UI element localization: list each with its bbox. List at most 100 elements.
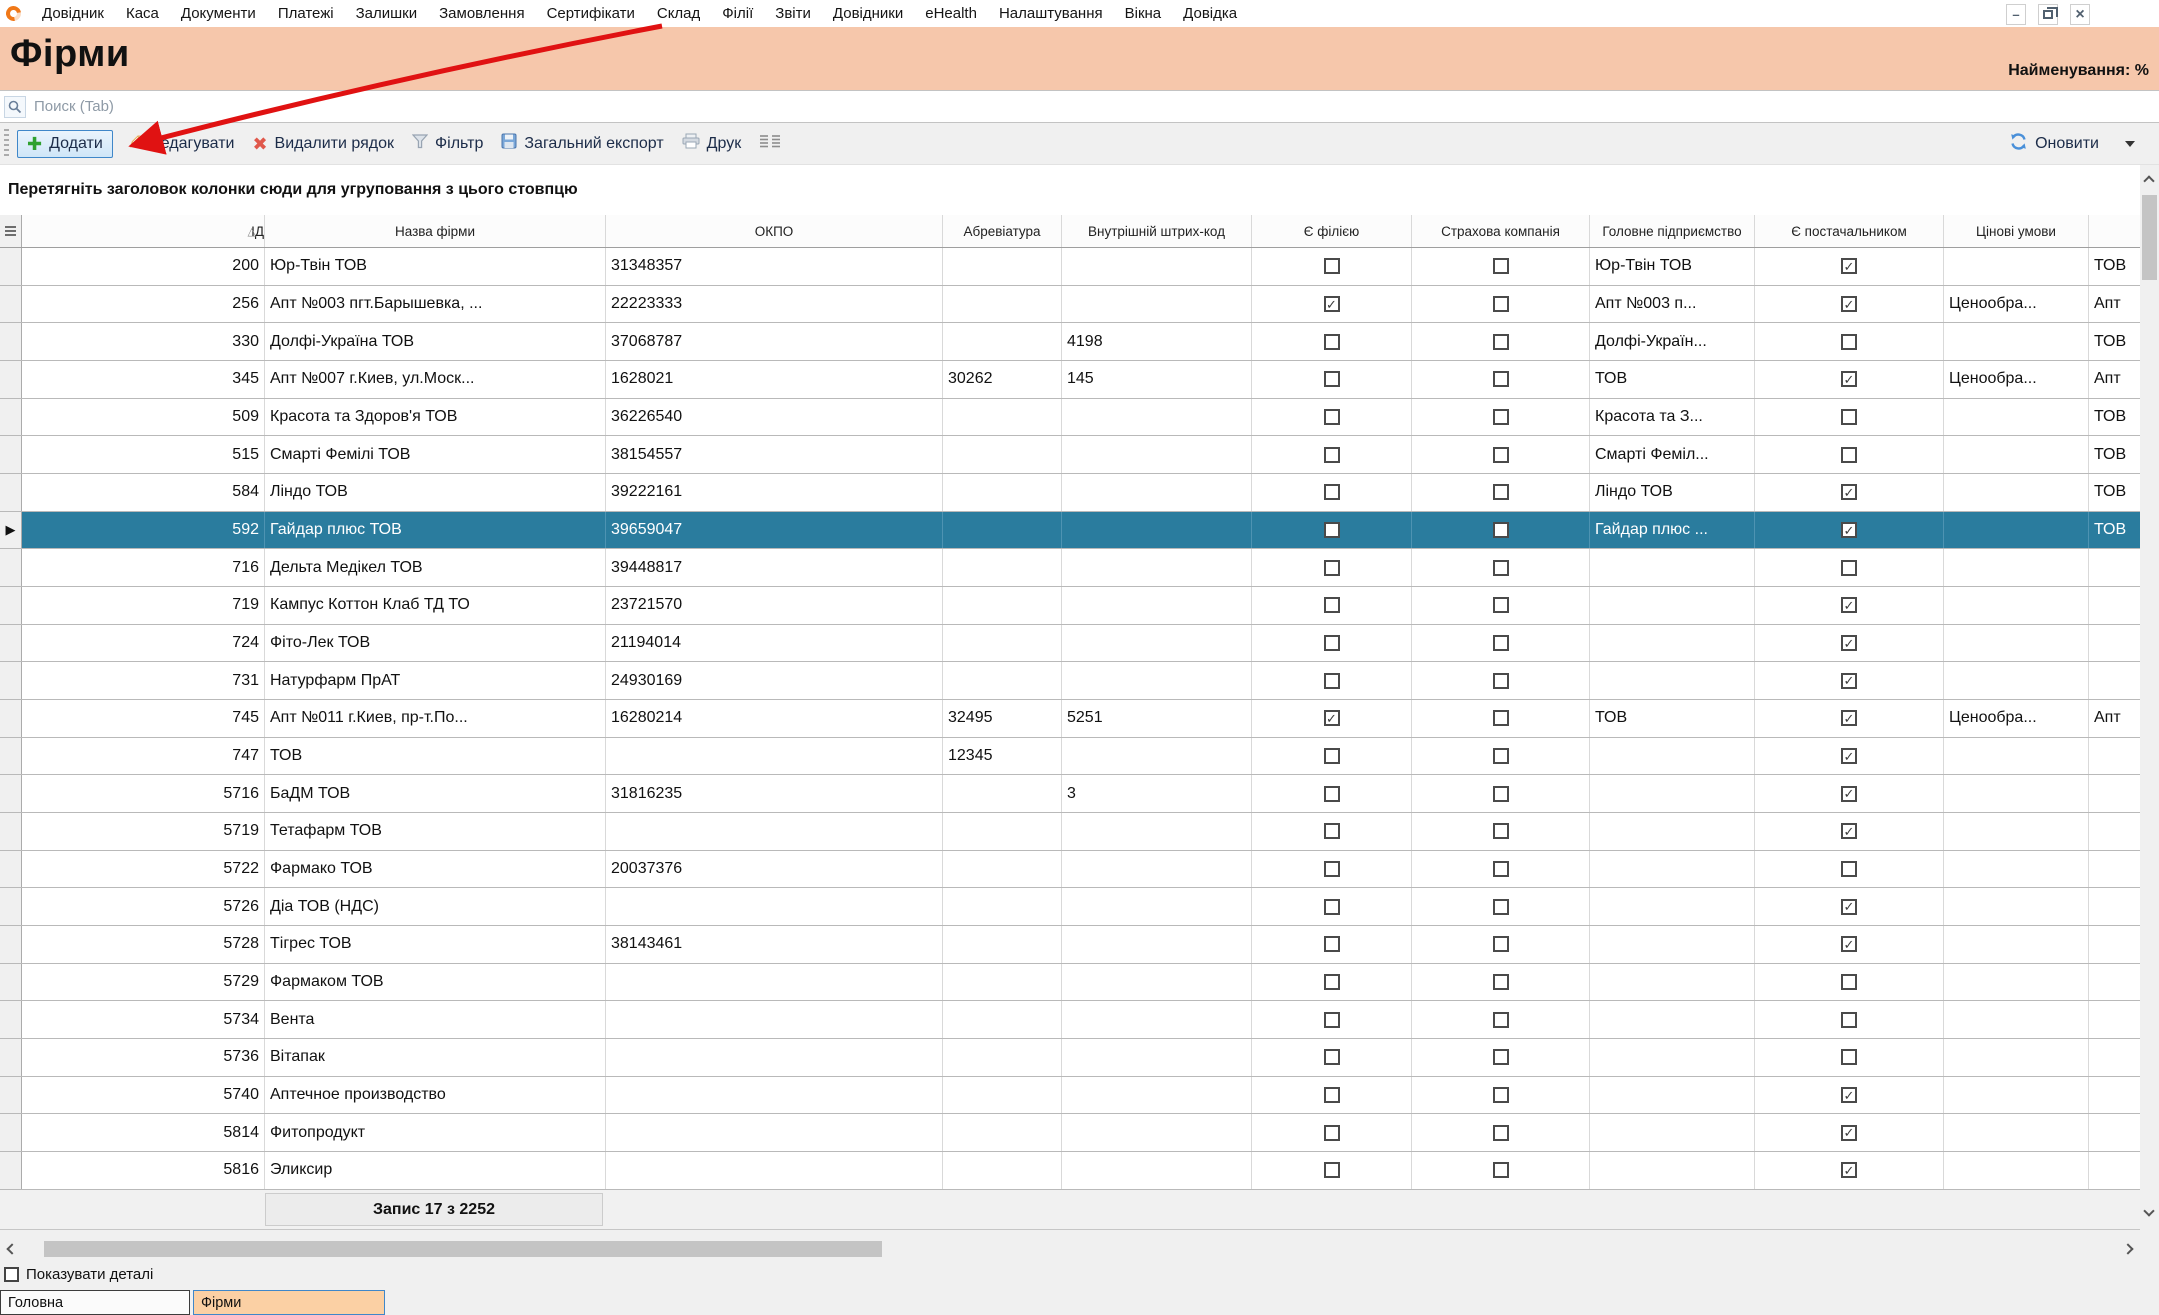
checkbox-checked-icon[interactable] xyxy=(1841,371,1857,387)
checkbox-unchecked-icon[interactable] xyxy=(1841,334,1857,350)
checkbox-unchecked-icon[interactable] xyxy=(1841,1049,1857,1065)
menu-item-8[interactable]: Склад xyxy=(646,5,711,22)
checkbox-checked-icon[interactable] xyxy=(1841,597,1857,613)
checkbox-checked-icon[interactable] xyxy=(1841,258,1857,274)
checkbox-checked-icon[interactable] xyxy=(1841,484,1857,500)
checkbox-unchecked-icon[interactable] xyxy=(1324,823,1340,839)
checkbox-unchecked-icon[interactable] xyxy=(1493,1125,1509,1141)
checkbox-unchecked-icon[interactable] xyxy=(1493,1087,1509,1103)
checkbox-unchecked-icon[interactable] xyxy=(1841,560,1857,576)
checkbox-unchecked-icon[interactable] xyxy=(1324,635,1340,651)
menu-item-14[interactable]: Вікна xyxy=(1114,5,1173,22)
table-row[interactable]: 5716 БаДМ ТОВ 31816235 3 xyxy=(0,775,2140,813)
search-bar[interactable]: Поиск (Tab) xyxy=(0,90,2159,123)
checkbox-unchecked-icon[interactable] xyxy=(1324,409,1340,425)
checkbox-unchecked-icon[interactable] xyxy=(1324,484,1340,500)
checkbox-unchecked-icon[interactable] xyxy=(1324,447,1340,463)
print-button[interactable]: Друк xyxy=(673,129,751,158)
table-row[interactable]: 200 Юр-Твін ТОВ 31348357 Юр-Твін ТОВ ТОВ xyxy=(0,248,2140,286)
table-row[interactable]: 5734 Вента xyxy=(0,1001,2140,1039)
checkbox-checked-icon[interactable] xyxy=(1841,899,1857,915)
checkbox-checked-icon[interactable] xyxy=(1841,786,1857,802)
tab-firms[interactable]: Фірми xyxy=(193,1290,385,1315)
checkbox-unchecked-icon[interactable] xyxy=(1493,1162,1509,1178)
checkbox-unchecked-icon[interactable] xyxy=(1493,258,1509,274)
checkbox-unchecked-icon[interactable] xyxy=(1493,296,1509,312)
checkbox-unchecked-icon[interactable] xyxy=(1324,371,1340,387)
horizontal-scrollbar[interactable] xyxy=(0,1238,2140,1260)
checkbox-unchecked-icon[interactable] xyxy=(1324,522,1340,538)
column-header-parent[interactable]: Головне підприємство xyxy=(1590,215,1755,247)
menu-item-4[interactable]: Платежі xyxy=(267,5,345,22)
checkbox-unchecked-icon[interactable] xyxy=(1841,1012,1857,1028)
checkbox-checked-icon[interactable] xyxy=(1324,296,1340,312)
refresh-button[interactable]: Оновити xyxy=(2000,128,2108,160)
scroll-left-icon[interactable] xyxy=(6,1243,17,1254)
checkbox-unchecked-icon[interactable] xyxy=(1493,936,1509,952)
delete-row-button[interactable]: ✖ Видалити рядок xyxy=(243,131,403,157)
column-header-supplier[interactable]: Є постачальником xyxy=(1755,215,1944,247)
menu-item-6[interactable]: Замовлення xyxy=(428,5,535,22)
menu-item-11[interactable]: Довідники xyxy=(822,5,914,22)
header-corner-cell[interactable] xyxy=(0,215,22,247)
menu-item-1[interactable]: Довідник xyxy=(31,5,115,22)
show-details-checkbox[interactable] xyxy=(4,1267,19,1282)
column-header-name[interactable]: Назва фірми xyxy=(265,215,606,247)
checkbox-checked-icon[interactable] xyxy=(1841,1125,1857,1141)
checkbox-unchecked-icon[interactable] xyxy=(1493,447,1509,463)
scroll-right-icon[interactable] xyxy=(2122,1243,2133,1254)
checkbox-unchecked-icon[interactable] xyxy=(1324,899,1340,915)
checkbox-unchecked-icon[interactable] xyxy=(1324,597,1340,613)
restore-button[interactable] xyxy=(2038,4,2058,25)
checkbox-checked-icon[interactable] xyxy=(1841,296,1857,312)
search-input[interactable]: Поиск (Tab) xyxy=(34,98,114,115)
table-row[interactable]: ▶ 592 Гайдар плюс ТОВ 39659047 Гайдар пл… xyxy=(0,512,2140,550)
table-row[interactable]: 345 Апт №007 г.Киев, ул.Моск... 1628021 … xyxy=(0,361,2140,399)
checkbox-unchecked-icon[interactable] xyxy=(1324,748,1340,764)
tab-main[interactable]: Головна xyxy=(0,1290,190,1315)
checkbox-checked-icon[interactable] xyxy=(1841,1162,1857,1178)
table-row[interactable]: 256 Апт №003 пгт.Барышевка, ... 22223333… xyxy=(0,286,2140,324)
checkbox-unchecked-icon[interactable] xyxy=(1324,334,1340,350)
column-chooser-button[interactable] xyxy=(750,130,790,158)
checkbox-unchecked-icon[interactable] xyxy=(1493,823,1509,839)
checkbox-unchecked-icon[interactable] xyxy=(1493,409,1509,425)
checkbox-unchecked-icon[interactable] xyxy=(1493,522,1509,538)
checkbox-checked-icon[interactable] xyxy=(1841,673,1857,689)
checkbox-unchecked-icon[interactable] xyxy=(1324,1049,1340,1065)
table-row[interactable]: 515 Смарті Фемілі ТОВ 38154557 Смарті Фе… xyxy=(0,436,2140,474)
refresh-dropdown-icon[interactable] xyxy=(2125,141,2135,147)
table-row[interactable]: 5736 Вітапак xyxy=(0,1039,2140,1077)
checkbox-unchecked-icon[interactable] xyxy=(1493,1012,1509,1028)
checkbox-unchecked-icon[interactable] xyxy=(1324,1162,1340,1178)
table-row[interactable]: 5722 Фармако ТОВ 20037376 xyxy=(0,851,2140,889)
checkbox-unchecked-icon[interactable] xyxy=(1493,484,1509,500)
table-row[interactable]: 731 Натурфарм ПрАТ 24930169 xyxy=(0,662,2140,700)
table-row[interactable]: 716 Дельта Медікел ТОВ 39448817 xyxy=(0,549,2140,587)
column-header-abbr[interactable]: Абревіатура xyxy=(943,215,1062,247)
checkbox-unchecked-icon[interactable] xyxy=(1493,861,1509,877)
close-button[interactable]: × xyxy=(2070,4,2090,25)
toolbar-grip-handle[interactable] xyxy=(4,129,9,159)
checkbox-checked-icon[interactable] xyxy=(1324,710,1340,726)
checkbox-unchecked-icon[interactable] xyxy=(1841,974,1857,990)
checkbox-checked-icon[interactable] xyxy=(1841,936,1857,952)
checkbox-checked-icon[interactable] xyxy=(1841,635,1857,651)
minimize-button[interactable]: – xyxy=(2006,4,2026,25)
checkbox-unchecked-icon[interactable] xyxy=(1324,936,1340,952)
checkbox-unchecked-icon[interactable] xyxy=(1324,1012,1340,1028)
edit-button[interactable]: ✎ Редагувати xyxy=(119,130,244,157)
checkbox-unchecked-icon[interactable] xyxy=(1841,861,1857,877)
checkbox-unchecked-icon[interactable] xyxy=(1324,974,1340,990)
column-header-branch[interactable]: Є філією xyxy=(1252,215,1412,247)
menu-item-5[interactable]: Залишки xyxy=(345,5,429,22)
checkbox-unchecked-icon[interactable] xyxy=(1324,861,1340,877)
table-row[interactable]: 584 Ліндо ТОВ 39222161 Ліндо ТОВ ТОВ xyxy=(0,474,2140,512)
table-row[interactable]: 5719 Тетафарм ТОВ xyxy=(0,813,2140,851)
checkbox-unchecked-icon[interactable] xyxy=(1493,371,1509,387)
horizontal-scrollbar-thumb[interactable] xyxy=(44,1241,882,1257)
menu-item-3[interactable]: Документи xyxy=(170,5,267,22)
checkbox-unchecked-icon[interactable] xyxy=(1324,1087,1340,1103)
checkbox-unchecked-icon[interactable] xyxy=(1493,673,1509,689)
column-header-barcode[interactable]: Внутрішній штрих-код xyxy=(1062,215,1252,247)
